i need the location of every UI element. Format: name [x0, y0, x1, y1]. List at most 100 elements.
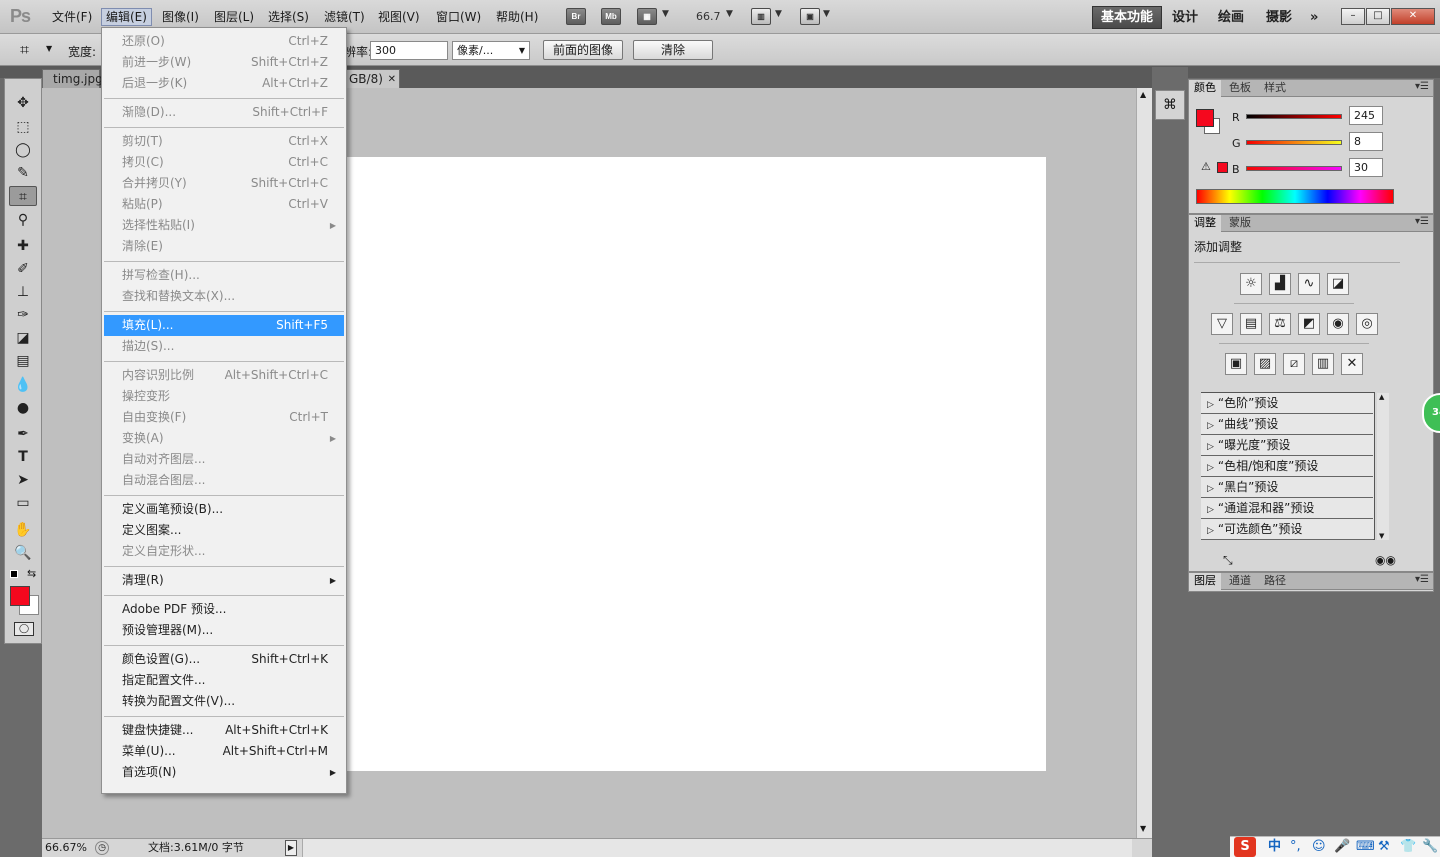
more-workspaces-icon[interactable]: » — [1302, 6, 1326, 29]
doc-tab-active[interactable]: GB/8) ✕ — [346, 69, 400, 88]
menu-item[interactable]: 查找和替换文本(X)... — [104, 286, 344, 307]
list-item[interactable]: ▷ “曲线”预设 — [1201, 414, 1373, 435]
horizontal-scrollbar[interactable] — [302, 839, 1132, 857]
menu-item[interactable]: 描边(S)... — [104, 336, 344, 357]
rectangle-tool-icon[interactable]: ▭ — [9, 493, 37, 513]
menu-item[interactable]: Adobe PDF 预设... — [104, 599, 344, 620]
selective-color-icon[interactable]: ✕ — [1341, 353, 1363, 375]
menu-item[interactable]: 操控变形 — [104, 386, 344, 407]
healing-brush-tool-icon[interactable]: ✚ — [9, 236, 37, 256]
expand-view-icon[interactable]: ⤡ — [1223, 553, 1233, 568]
hue-saturation-icon[interactable]: ▤ — [1240, 313, 1262, 335]
screen-mode-icon[interactable]: ▣ — [800, 8, 820, 25]
scroll-up-icon[interactable]: ▲ — [1140, 90, 1146, 99]
type-tool-icon[interactable]: T — [9, 447, 37, 467]
settings-wrench-icon[interactable]: 🔧 — [1422, 837, 1438, 857]
move-tool-icon[interactable]: ✥ — [9, 93, 37, 113]
list-item[interactable]: ▷ “通道混和器”预设 — [1201, 498, 1373, 519]
color-balance-icon[interactable]: ⚖ — [1269, 313, 1291, 335]
exposure-icon[interactable]: ◪ — [1327, 273, 1349, 295]
close-button[interactable]: ✕ — [1391, 8, 1435, 25]
tab-masks[interactable]: 蒙版 — [1224, 215, 1256, 232]
dodge-tool-icon[interactable]: ● — [9, 398, 37, 418]
vibrance-icon[interactable]: ▽ — [1211, 313, 1233, 335]
menu-item[interactable]: 定义画笔预设(B)... — [104, 499, 344, 520]
chevron-down-icon[interactable]: ▼ — [46, 44, 52, 53]
menu-help[interactable]: 帮助(H) — [492, 8, 542, 26]
gamut-swatch[interactable] — [1217, 162, 1228, 173]
status-icon[interactable]: ◷ — [95, 841, 109, 855]
tab-styles[interactable]: 样式 — [1259, 80, 1291, 97]
chevron-down-icon[interactable]: ▼ — [726, 9, 733, 19]
b-value-input[interactable]: 30 — [1349, 158, 1383, 177]
menu-item[interactable]: 自动混合图层... — [104, 470, 344, 491]
channel-mixer-icon[interactable]: ◎ — [1356, 313, 1378, 335]
gradient-tool-icon[interactable]: ▤ — [9, 351, 37, 371]
history-panel-icon[interactable]: ⌘ — [1155, 90, 1185, 120]
menu-item[interactable]: 定义图案... — [104, 520, 344, 541]
menu-item[interactable]: 自动对齐图层... — [104, 449, 344, 470]
tab-paths[interactable]: 路径 — [1259, 573, 1291, 590]
menu-select[interactable]: 选择(S) — [264, 8, 313, 26]
list-item[interactable]: ▷ “黑白”预设 — [1201, 477, 1373, 498]
keyboard-icon[interactable]: ⌨ — [1356, 837, 1375, 857]
levels-icon[interactable]: ▟ — [1269, 273, 1291, 295]
menu-file[interactable]: 文件(F) — [48, 8, 96, 26]
panel-foreground-swatch[interactable] — [1196, 109, 1214, 127]
gamut-warning-icon[interactable]: ⚠ — [1201, 160, 1211, 173]
quick-mask-icon[interactable]: ◯ — [14, 622, 34, 636]
swap-colors-icon[interactable]: ⇆ — [27, 567, 36, 580]
menu-item[interactable]: 变换(A) ▶ — [104, 428, 344, 449]
menu-item[interactable]: 键盘快捷键... Alt+Shift+Ctrl+K — [104, 720, 344, 741]
menu-view[interactable]: 视图(V) — [374, 8, 424, 26]
tab-layers[interactable]: 图层 — [1189, 573, 1221, 590]
menu-item[interactable]: 选择性粘贴(I) ▶ — [104, 215, 344, 236]
emoji-icon[interactable]: ☺ — [1312, 837, 1326, 857]
panel-menu-icon[interactable]: ▾☰ — [1415, 216, 1429, 227]
doc-tab[interactable]: timg.jpg — [42, 69, 103, 88]
menu-layer[interactable]: 图层(L) — [210, 8, 258, 26]
menu-item[interactable]: 前进一步(W) Shift+Ctrl+Z — [104, 52, 344, 73]
ime-logo-icon[interactable]: S — [1234, 837, 1256, 857]
threshold-icon[interactable]: ⧄ — [1283, 353, 1305, 375]
close-tab-icon[interactable]: ✕ — [388, 70, 396, 89]
g-value-input[interactable]: 8 — [1349, 132, 1383, 151]
panel-menu-icon[interactable]: ▾☰ — [1415, 81, 1429, 92]
list-item[interactable]: ▷ “曝光度”预设 — [1201, 435, 1373, 456]
chevron-down-icon[interactable]: ▼ — [775, 9, 782, 19]
arrange-documents-icon[interactable]: ▥ — [751, 8, 771, 25]
workspace-design[interactable]: 设计 — [1164, 6, 1206, 29]
menu-item[interactable]: 菜单(U)... Alt+Shift+Ctrl+M — [104, 741, 344, 762]
black-white-icon[interactable]: ◩ — [1298, 313, 1320, 335]
tab-adjustments[interactable]: 调整 — [1189, 215, 1221, 232]
tab-channels[interactable]: 通道 — [1224, 573, 1256, 590]
quick-select-tool-icon[interactable]: ✎ — [9, 163, 37, 183]
hand-tool-icon[interactable]: ✋ — [9, 520, 37, 540]
marquee-tool-icon[interactable]: ⬚ — [9, 117, 37, 137]
menu-item[interactable]: 预设管理器(M)... — [104, 620, 344, 641]
path-select-tool-icon[interactable]: ➤ — [9, 470, 37, 490]
menu-item[interactable]: 后退一步(K) Alt+Ctrl+Z — [104, 73, 344, 94]
menu-item[interactable]: 内容识别比例 Alt+Shift+Ctrl+C — [104, 365, 344, 386]
front-image-button[interactable]: 前面的图像 — [543, 40, 623, 60]
list-item[interactable]: ▷ “色相/饱和度”预设 — [1201, 456, 1373, 477]
clone-stamp-tool-icon[interactable]: ⊥ — [9, 282, 37, 302]
menu-item[interactable]: 定义自定形状... — [104, 541, 344, 562]
invert-icon[interactable]: ▣ — [1225, 353, 1247, 375]
r-slider[interactable] — [1246, 114, 1342, 119]
workspace-essentials[interactable]: 基本功能 — [1092, 6, 1163, 29]
menu-item[interactable]: 自由变换(F) Ctrl+T — [104, 407, 344, 428]
tab-swatches[interactable]: 色板 — [1224, 80, 1256, 97]
workspace-painting[interactable]: 绘画 — [1210, 6, 1252, 29]
blur-tool-icon[interactable]: 💧 — [9, 375, 37, 395]
history-brush-tool-icon[interactable]: ✑ — [9, 305, 37, 325]
menu-item[interactable]: 拷贝(C) Ctrl+C — [104, 152, 344, 173]
default-colors-icon[interactable] — [10, 570, 18, 578]
g-slider[interactable] — [1246, 140, 1342, 145]
microphone-icon[interactable]: 🎤 — [1334, 837, 1350, 857]
scroll-down-icon[interactable]: ▼ — [1379, 532, 1384, 540]
clear-button[interactable]: 清除 — [633, 40, 713, 60]
zoom-status[interactable]: 66.67% — [45, 839, 87, 857]
status-menu-icon[interactable]: ▶ — [285, 840, 297, 856]
menu-item[interactable]: 清除(E) — [104, 236, 344, 257]
